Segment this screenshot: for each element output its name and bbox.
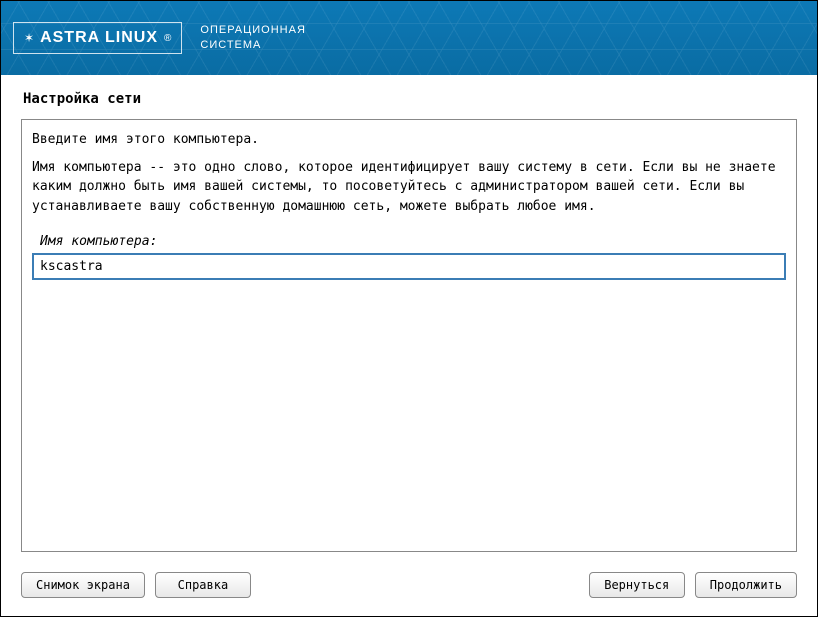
page-title: Настройка сети (1, 75, 817, 119)
intro-text: Введите имя этого компьютера. (32, 130, 786, 150)
hostname-label: Имя компьютера: (40, 234, 786, 249)
subtitle-line2: СИСТЕМА (200, 38, 306, 53)
logo-text: ASTRA LINUX (40, 29, 158, 47)
help-button[interactable]: Справка (155, 572, 251, 598)
continue-button[interactable]: Продолжить (695, 572, 797, 598)
description-text: Имя компьютера -- это одно слово, которо… (32, 158, 786, 217)
header: ✶ ASTRA LINUX ® ОПЕРАЦИОННАЯ СИСТЕМА (1, 1, 817, 75)
header-subtitle: ОПЕРАЦИОННАЯ СИСТЕМА (200, 23, 306, 54)
installer-window: ✶ ASTRA LINUX ® ОПЕРАЦИОННАЯ СИСТЕМА Нас… (0, 0, 818, 617)
content-panel: Введите имя этого компьютера. Имя компью… (21, 119, 797, 552)
hostname-input[interactable] (32, 253, 786, 280)
subtitle-line1: ОПЕРАЦИОННАЯ (200, 23, 306, 38)
star-icon: ✶ (24, 31, 34, 45)
back-button[interactable]: Вернуться (589, 572, 685, 598)
footer: Снимок экрана Справка Вернуться Продолжи… (1, 564, 817, 616)
footer-spacer (261, 572, 579, 598)
screenshot-button[interactable]: Снимок экрана (21, 572, 145, 598)
description-block: Введите имя этого компьютера. Имя компью… (32, 130, 786, 224)
logo: ✶ ASTRA LINUX ® (13, 22, 182, 54)
registered-icon: ® (164, 33, 171, 44)
